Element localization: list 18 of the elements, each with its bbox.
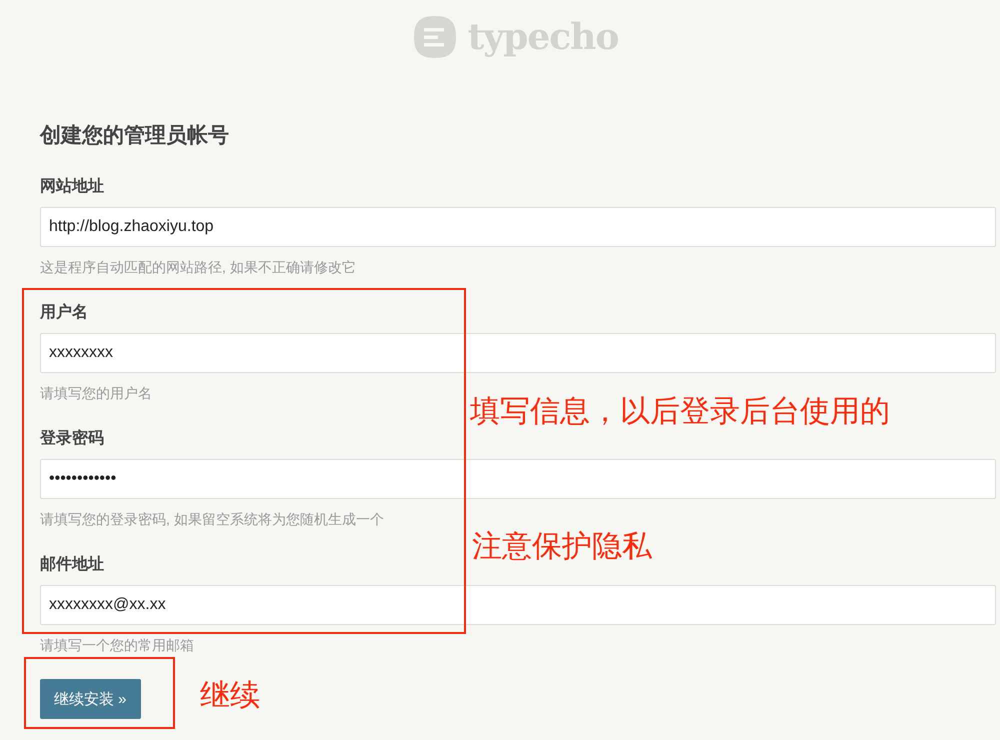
annotation-text: 填写信息，以后登录后台使用的 xyxy=(470,394,890,430)
field-label: 登录密码 xyxy=(40,428,104,449)
field-hint: 请填写您的登录密码, 如果留空系统将为您随机生成一个 xyxy=(40,510,384,529)
annotation-text: 继续 xyxy=(200,678,260,714)
logo-icon xyxy=(414,16,456,58)
input-field[interactable]: xxxxxxxx@xx.xx xyxy=(40,585,996,625)
input-field[interactable]: http://blog.zhaoxiyu.top xyxy=(40,207,996,247)
field-hint: 这是程序自动匹配的网站路径, 如果不正确请修改它 xyxy=(40,258,356,277)
field-hint: 请填写您的用户名 xyxy=(40,384,152,403)
input-field[interactable]: •••••••••••• xyxy=(40,459,996,499)
input-field[interactable]: xxxxxxxx xyxy=(40,333,996,373)
field-label: 用户名 xyxy=(40,302,88,323)
field-label: 网站地址 xyxy=(40,176,104,197)
field-label: 邮件地址 xyxy=(40,554,104,575)
field-hint: 请填写一个您的常用邮箱 xyxy=(40,636,194,655)
form-heading: 创建您的管理员帐号 xyxy=(40,123,230,149)
annotation-text: 注意保护隐私 xyxy=(472,529,652,565)
continue-button[interactable]: 继续安装 » xyxy=(40,679,141,719)
